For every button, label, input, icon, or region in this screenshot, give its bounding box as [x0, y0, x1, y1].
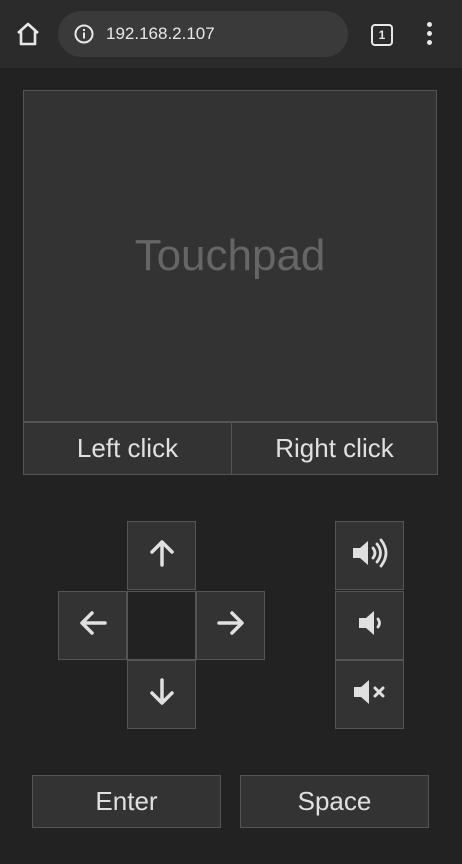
- space-button[interactable]: Space: [240, 775, 429, 828]
- browser-toolbar: 192.168.2.107 1: [0, 0, 462, 68]
- arrow-left-button[interactable]: [58, 591, 127, 660]
- volume-up-button[interactable]: [335, 521, 404, 590]
- touchpad-area[interactable]: Touchpad: [23, 90, 437, 422]
- volume-mute-icon: [351, 676, 389, 713]
- arrow-down-icon: [146, 676, 178, 713]
- arrow-right-icon: [215, 607, 247, 644]
- touchpad-label: Touchpad: [134, 231, 326, 280]
- url-text[interactable]: 192.168.2.107: [106, 24, 215, 44]
- dpad-center: [127, 591, 196, 660]
- address-bar[interactable]: 192.168.2.107: [58, 11, 348, 57]
- enter-button[interactable]: Enter: [32, 775, 221, 828]
- arrow-up-button[interactable]: [127, 521, 196, 590]
- arrow-down-button[interactable]: [127, 660, 196, 729]
- left-click-button[interactable]: Left click: [23, 422, 232, 475]
- volume-up-icon: [350, 537, 390, 574]
- right-click-button[interactable]: Right click: [231, 422, 438, 475]
- arrow-left-icon: [77, 607, 109, 644]
- arrow-right-button[interactable]: [196, 591, 265, 660]
- volume-mute-button[interactable]: [335, 660, 404, 729]
- volume-down-icon: [354, 607, 386, 644]
- info-icon[interactable]: [74, 24, 94, 44]
- more-vert-icon[interactable]: [419, 22, 439, 46]
- home-icon[interactable]: [14, 20, 42, 48]
- volume-down-button[interactable]: [335, 591, 404, 660]
- arrow-up-icon: [146, 537, 178, 574]
- tab-switcher-icon[interactable]: 1: [371, 24, 393, 46]
